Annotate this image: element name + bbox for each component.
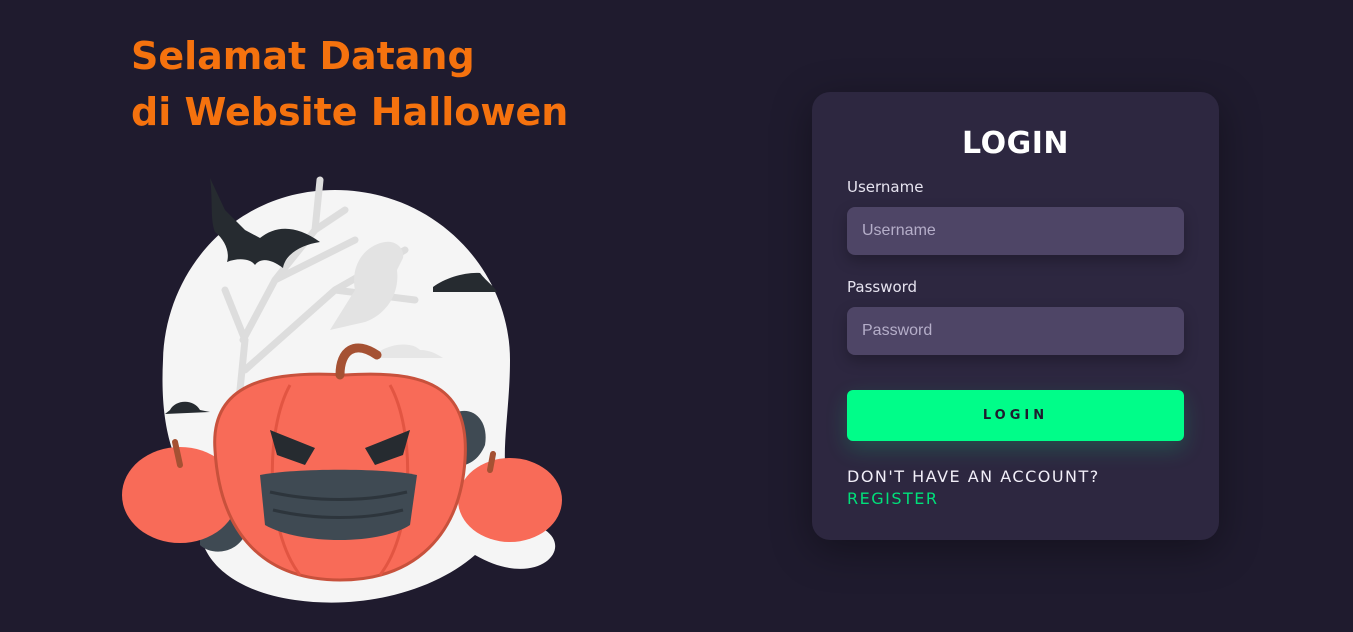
username-input[interactable] [847, 207, 1184, 255]
password-input[interactable] [847, 307, 1184, 355]
password-label: Password [847, 278, 918, 296]
login-card: LOGIN Username Password LOGIN DON'T HAVE… [812, 92, 1219, 540]
pumpkin-right [458, 458, 562, 542]
welcome-line-2: di Website Hallowen [131, 90, 569, 134]
no-account-text: DON'T HAVE AN ACCOUNT? [847, 467, 1100, 486]
login-button[interactable]: LOGIN [847, 390, 1184, 441]
register-link[interactable]: REGISTER [847, 489, 939, 508]
pumpkin-right-stem [487, 451, 496, 473]
welcome-line-1: Selamat Datang [131, 34, 475, 78]
username-label: Username [847, 178, 924, 196]
halloween-pumpkin-illustration [122, 176, 562, 603]
face-mask [260, 469, 417, 540]
welcome-heading: Selamat Datang di Website Hallowen [131, 28, 568, 140]
login-title: LOGIN [962, 126, 1069, 161]
